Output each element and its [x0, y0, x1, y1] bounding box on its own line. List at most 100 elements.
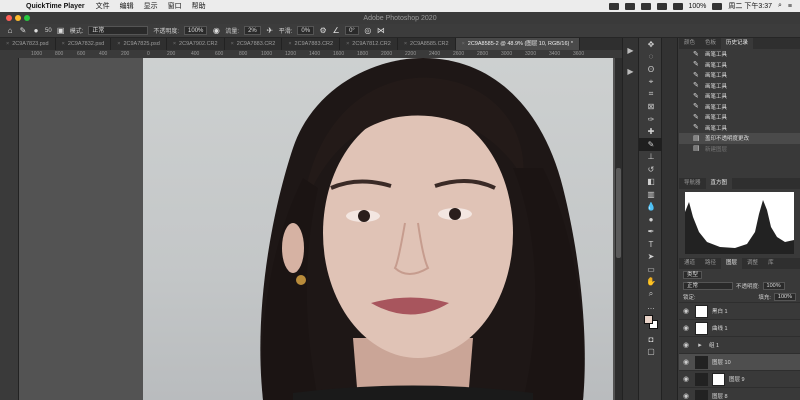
- marquee-tool-icon[interactable]: ◌: [639, 51, 663, 64]
- screen-mode-icon[interactable]: ▢: [639, 346, 663, 359]
- smoothing-input[interactable]: 0%: [297, 26, 315, 35]
- eraser-tool-icon[interactable]: ◧: [639, 176, 663, 189]
- menu-file[interactable]: 文件: [91, 1, 115, 11]
- opacity-input[interactable]: 100%: [184, 26, 208, 35]
- layer-row[interactable]: ◉ 黑白 1: [679, 302, 800, 319]
- foreground-color-swatch[interactable]: [644, 315, 653, 324]
- gradient-tool-icon[interactable]: ▥: [639, 188, 663, 201]
- layer-opacity-input[interactable]: 100%: [762, 281, 785, 290]
- hand-tool-icon[interactable]: ✋: [639, 276, 663, 289]
- history-step-undone[interactable]: ▤ 新建图层: [679, 144, 800, 155]
- healing-brush-tool-icon[interactable]: ✚: [639, 126, 663, 139]
- tab-histogram[interactable]: 直方图: [705, 178, 733, 189]
- menu-view[interactable]: 显示: [139, 1, 163, 11]
- quick-select-tool-icon[interactable]: ⌖: [639, 76, 663, 89]
- tab-color[interactable]: 颜色: [679, 38, 700, 49]
- symmetry-icon[interactable]: ⋈: [377, 26, 385, 35]
- shape-tool-icon[interactable]: ▭: [639, 263, 663, 276]
- close-tab-icon[interactable]: ×: [62, 41, 65, 47]
- play-actions-icon[interactable]: ▶: [623, 67, 638, 76]
- menu-edit[interactable]: 编辑: [115, 1, 139, 11]
- tab-document[interactable]: × 2C9A7832.psd: [56, 38, 112, 50]
- visibility-icon[interactable]: ◉: [681, 392, 691, 400]
- path-select-tool-icon[interactable]: ➤: [639, 251, 663, 264]
- pressure-opacity-icon[interactable]: ◉: [212, 26, 220, 35]
- tab-history[interactable]: 历史记录: [721, 38, 754, 49]
- scrollbar-thumb[interactable]: [616, 168, 621, 258]
- layer-row[interactable]: ◉ 曲线 1: [679, 319, 800, 336]
- close-tab-icon[interactable]: ×: [231, 41, 234, 47]
- close-tab-icon[interactable]: ×: [346, 41, 349, 47]
- lasso-tool-icon[interactable]: ʘ: [639, 63, 663, 76]
- tab-document[interactable]: × 2C9A8585.CR2: [398, 38, 456, 50]
- close-tab-icon[interactable]: ×: [404, 41, 407, 47]
- angle-input[interactable]: 0°: [345, 26, 359, 35]
- tab-paths[interactable]: 路径: [700, 258, 721, 269]
- wechat-icon[interactable]: [624, 2, 635, 10]
- clone-stamp-tool-icon[interactable]: ⊥: [639, 151, 663, 164]
- clock[interactable]: 周二 下午3:37: [728, 1, 772, 11]
- close-tab-icon[interactable]: ×: [117, 41, 120, 47]
- layer-kind-filter[interactable]: 类型: [683, 270, 703, 279]
- blur-tool-icon[interactable]: 💧: [639, 201, 663, 214]
- brush-tool-icon[interactable]: ✎: [19, 26, 27, 35]
- layer-row[interactable]: ◉ 图层 8: [679, 387, 800, 400]
- history-step[interactable]: ✎ 画笔工具: [679, 49, 800, 60]
- app-menu[interactable]: QuickTime Player: [20, 3, 91, 10]
- tab-navigator[interactable]: 导航器: [679, 178, 706, 189]
- close-tab-icon[interactable]: ×: [462, 41, 465, 47]
- brush-settings-icon[interactable]: ▣: [57, 26, 65, 35]
- tab-adjustments[interactable]: 调整: [742, 258, 763, 269]
- document-canvas[interactable]: [19, 58, 615, 400]
- tab-document[interactable]: × 2C9A7902.CR2: [167, 38, 225, 50]
- layer-row[interactable]: ◉ 图层 9: [679, 370, 800, 387]
- close-tab-icon[interactable]: ×: [288, 41, 291, 47]
- layer-row-selected[interactable]: ◉ 图层 10: [679, 353, 800, 370]
- history-step[interactable]: ✎ 画笔工具: [679, 123, 800, 134]
- history-step[interactable]: ✎ 画笔工具: [679, 91, 800, 102]
- close-window-button[interactable]: [6, 15, 12, 21]
- dodge-tool-icon[interactable]: ●: [639, 213, 663, 226]
- type-tool-icon[interactable]: T: [639, 238, 663, 251]
- screen-icon[interactable]: [608, 2, 619, 10]
- tab-layers[interactable]: 图层: [721, 258, 743, 269]
- tab-document[interactable]: × 2C9A7883.CR2: [282, 38, 341, 50]
- history-step[interactable]: ✎ 画笔工具: [679, 81, 800, 92]
- brush-size[interactable]: 50: [45, 28, 52, 34]
- tab-libraries[interactable]: 库: [763, 258, 779, 269]
- layer-fill-input[interactable]: 100%: [773, 292, 796, 301]
- visibility-icon[interactable]: ◉: [681, 375, 691, 383]
- tab-document[interactable]: × 2C9A7823.psd: [0, 38, 56, 50]
- zoom-tool-icon[interactable]: ⌕: [639, 288, 663, 301]
- home-icon[interactable]: ⌂: [6, 26, 14, 35]
- battery-icon[interactable]: [712, 2, 723, 10]
- minimize-window-button[interactable]: [15, 15, 21, 21]
- eyedropper-tool-icon[interactable]: ✑: [639, 113, 663, 126]
- menu-window[interactable]: 窗口: [163, 1, 187, 11]
- tab-channels[interactable]: 通道: [679, 258, 700, 269]
- blend-mode-select[interactable]: 正常: [88, 26, 149, 35]
- tab-document[interactable]: × 2C9A7825.psd: [111, 38, 167, 50]
- brush-preset-icon[interactable]: ●: [32, 26, 40, 35]
- history-step[interactable]: ✎ 画笔工具: [679, 60, 800, 71]
- zoom-window-button[interactable]: [24, 15, 30, 21]
- more-tools-icon[interactable]: …: [639, 301, 663, 314]
- search-icon[interactable]: ⌕: [778, 2, 782, 10]
- tab-document[interactable]: × 2C9A7883.CR2: [225, 38, 283, 50]
- flow-input[interactable]: 2%: [244, 26, 261, 35]
- layer-blend-mode-select[interactable]: 正常: [683, 281, 733, 290]
- close-tab-icon[interactable]: ×: [6, 41, 9, 47]
- smoothing-settings-icon[interactable]: ⚙: [319, 26, 327, 35]
- tab-swatches[interactable]: 色板: [700, 38, 721, 49]
- portrait-photo[interactable]: [143, 58, 613, 400]
- control-center-icon[interactable]: ≡: [788, 3, 792, 10]
- visibility-icon[interactable]: ◉: [681, 341, 691, 349]
- display-icon[interactable]: [640, 2, 651, 10]
- frame-tool-icon[interactable]: ⊠: [639, 101, 663, 114]
- quick-mask-icon[interactable]: ◘: [639, 333, 663, 346]
- crop-tool-icon[interactable]: ⌗: [639, 88, 663, 101]
- history-step[interactable]: ✎ 画笔工具: [679, 102, 800, 113]
- visibility-icon[interactable]: ◉: [681, 307, 691, 315]
- pen-tool-icon[interactable]: ✒: [639, 226, 663, 239]
- history-brush-tool-icon[interactable]: ↺: [639, 163, 663, 176]
